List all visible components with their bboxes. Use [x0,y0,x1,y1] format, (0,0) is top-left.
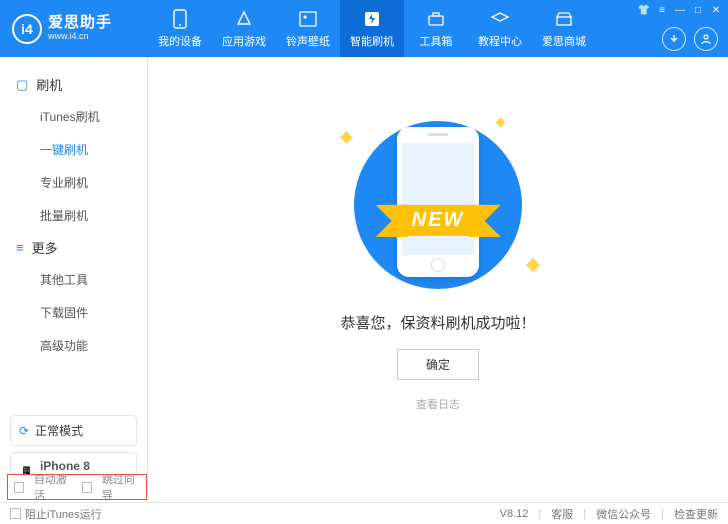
wechat-link[interactable]: 微信公众号 [596,506,651,522]
ribbon-label: NEW [394,205,483,236]
block-itunes-label: 阻止iTunes运行 [25,506,102,522]
sidebar-item-advanced[interactable]: 高级功能 [0,329,147,362]
check-update-link[interactable]: 检查更新 [674,506,718,522]
support-link[interactable]: 客服 [551,506,573,522]
sidebar-section-flash: ▢ 刷机 [0,69,147,100]
list-icon: ≡ [16,240,24,255]
sidebar-item-other-tools[interactable]: 其他工具 [0,263,147,296]
nav-apps-games[interactable]: 应用游戏 [212,0,276,57]
nav-store[interactable]: 爱思商城 [532,0,596,57]
refresh-icon: ⟳ [19,424,29,438]
auto-activate-checkbox[interactable] [14,482,24,493]
window-controls: 👕 ≡ — □ ✕ [638,4,722,16]
nav-smart-flash[interactable]: 智能刷机 [340,0,404,57]
ok-button[interactable]: 确定 [397,349,479,380]
logo-icon: i4 [12,14,42,44]
apps-icon [234,9,254,29]
sidebar: ▢ 刷机 iTunes刷机 一键刷机 专业刷机 批量刷机 ≡ 更多 其他工具 下… [0,57,148,502]
phone-icon [170,9,190,29]
success-message: 恭喜您，保资料刷机成功啦！ [340,312,535,333]
skip-guide-checkbox[interactable] [82,482,92,493]
footer-options-highlight: 自动激活 跳过向导 [7,474,147,500]
status-bar: 阻止iTunes运行 V8.12 | 客服 | 微信公众号 | 检查更新 [0,502,728,524]
sidebar-item-pro-flash[interactable]: 专业刷机 [0,166,147,199]
download-icon[interactable] [662,27,686,51]
title-bar: i4 爱思助手 www.i4.cn 我的设备 应用游戏 铃声壁纸 智能刷机 工具… [0,0,728,57]
main-content: NEW 恭喜您，保资料刷机成功啦！ 确定 查看日志 [148,57,728,502]
user-icon[interactable] [694,27,718,51]
skin-icon[interactable]: 👕 [638,4,650,16]
nav-my-device[interactable]: 我的设备 [148,0,212,57]
view-log-link[interactable]: 查看日志 [416,396,460,412]
close-icon[interactable]: ✕ [710,4,722,16]
brand-url: www.i4.cn [48,32,112,42]
device-mode[interactable]: ⟳ 正常模式 [10,415,137,446]
nav-tutorials[interactable]: 教程中心 [468,0,532,57]
minimize-icon[interactable]: — [674,4,686,16]
brand-logo: i4 爱思助手 www.i4.cn [0,0,148,57]
toolbox-icon [426,9,446,29]
sidebar-item-itunes-flash[interactable]: iTunes刷机 [0,100,147,133]
version-label: V8.12 [500,508,529,520]
sidebar-item-download-firmware[interactable]: 下载固件 [0,296,147,329]
brand-name: 爱思助手 [48,15,112,32]
maximize-icon[interactable]: □ [692,4,704,16]
sidebar-item-onekey-flash[interactable]: 一键刷机 [0,133,147,166]
store-icon [554,9,574,29]
image-icon [298,9,318,29]
sidebar-section-more: ≡ 更多 [0,232,147,263]
menu-icon[interactable]: ≡ [656,4,668,16]
flash-icon [362,9,382,29]
sidebar-item-batch-flash[interactable]: 批量刷机 [0,199,147,232]
skip-guide-label: 跳过向导 [102,471,140,503]
nav-ringtone-wallpaper[interactable]: 铃声壁纸 [276,0,340,57]
block-itunes-checkbox[interactable] [10,508,21,519]
graduation-icon [490,9,510,29]
success-illustration: NEW [338,117,538,292]
phone-outline-icon: ▢ [16,77,28,93]
auto-activate-label: 自动激活 [34,471,72,503]
nav-toolbox[interactable]: 工具箱 [404,0,468,57]
